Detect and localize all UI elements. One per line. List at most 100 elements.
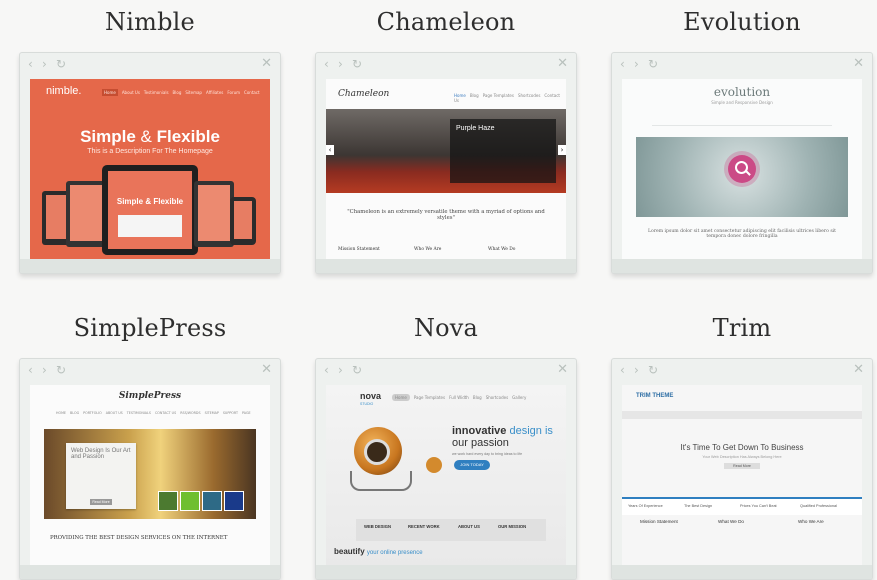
back-icon[interactable]: ‹ <box>28 57 33 71</box>
nav-item[interactable]: ABOUT US <box>106 411 123 415</box>
nav-item[interactable]: Shortcodes <box>518 93 540 98</box>
theme-preview: TRIM THEME It's Time To Get Down To Busi… <box>622 385 862 565</box>
thumb-3[interactable] <box>202 491 222 511</box>
theme-preview: Chameleon Home Blog Page Templates Shortcod… <box>326 79 566 259</box>
hero-subline: we work hard every day to bring ideas to… <box>452 452 523 456</box>
back-icon[interactable]: ‹ <box>620 57 625 71</box>
nav-item[interactable]: Affiliates <box>206 90 223 95</box>
hero-slider[interactable]: Web Design Is Our Art and Passion Read M… <box>44 429 256 519</box>
reload-icon[interactable]: ↻ <box>648 363 658 377</box>
nav-item[interactable]: SUPPORT <box>223 411 238 415</box>
nav-item[interactable]: CONTACT US <box>155 411 176 415</box>
browser-footer <box>612 259 872 273</box>
thumb-1[interactable] <box>158 491 178 511</box>
tab-web-design[interactable]: WEB DESIGN <box>364 524 391 529</box>
forward-icon[interactable]: › <box>338 57 343 71</box>
nav-item[interactable]: Contact <box>244 90 260 95</box>
forward-icon[interactable]: › <box>42 57 47 71</box>
nav-item[interactable]: Blog <box>473 395 482 400</box>
device-phone <box>230 197 256 245</box>
nav-item[interactable]: RSS/WORDS <box>180 411 200 415</box>
back-icon[interactable]: ‹ <box>324 57 329 71</box>
forward-icon[interactable]: › <box>42 363 47 377</box>
nav-item[interactable]: HOME <box>56 411 66 415</box>
tab-our-mission[interactable]: OUR MISSION <box>498 524 526 529</box>
browser-frame[interactable]: ‹ › ↻ ✕ SimplePress HOME BLOG PORTFOLIO ABO… <box>19 358 281 580</box>
tagline-part: beautify <box>334 547 365 556</box>
tab[interactable]: Years Of Experience <box>628 504 663 508</box>
forward-icon[interactable]: › <box>634 363 639 377</box>
tab-about-us[interactable]: ABOUT US <box>458 524 480 529</box>
theme-preview: nova STUDIO Home Page Templates Full Width… <box>326 385 566 565</box>
nav-item[interactable]: Gallery <box>512 395 526 400</box>
close-icon[interactable]: ✕ <box>557 56 568 71</box>
close-icon[interactable]: ✕ <box>557 362 568 377</box>
slider-next-icon[interactable]: › <box>558 145 566 155</box>
site-logo: TRIM THEME <box>636 393 674 399</box>
forward-icon[interactable]: › <box>634 57 639 71</box>
hero-slider[interactable]: Purple Haze ‹ › <box>326 109 566 193</box>
reload-icon[interactable]: ↻ <box>648 57 658 71</box>
nav-item[interactable]: Blog <box>470 93 479 98</box>
theme-preview: SimplePress HOME BLOG PORTFOLIO ABOUT US TES… <box>30 385 270 565</box>
hero-headline: Simple & Flexible <box>30 127 270 147</box>
nav-item[interactable]: Blog <box>173 90 182 95</box>
nav-item[interactable]: PORTFOLIO <box>83 411 102 415</box>
reload-icon[interactable]: ↻ <box>352 363 362 377</box>
nav-item[interactable]: PAGE <box>242 411 251 415</box>
thumb-2[interactable] <box>180 491 200 511</box>
nav-item[interactable]: Sitemap <box>185 90 202 95</box>
reload-icon[interactable]: ↻ <box>352 57 362 71</box>
join-today-button[interactable]: JOIN TODAY <box>454 460 490 470</box>
back-icon[interactable]: ‹ <box>620 363 625 377</box>
read-more-button[interactable]: Read More <box>90 499 112 505</box>
tab[interactable]: Qualified Professional <box>800 504 837 508</box>
reload-icon[interactable]: ↻ <box>56 57 66 71</box>
feature-title: Who We Are <box>798 519 824 524</box>
nav-item[interactable]: Testimonials <box>144 90 169 95</box>
nav-item[interactable]: Forum <box>227 90 240 95</box>
forward-icon[interactable]: › <box>338 363 343 377</box>
close-icon[interactable]: ✕ <box>853 56 864 71</box>
nav-item[interactable]: BLOG <box>70 411 79 415</box>
nav-item[interactable]: Home <box>392 394 410 401</box>
close-icon[interactable]: ✕ <box>261 56 272 71</box>
tab-recent-work[interactable]: RECENT WORK <box>408 524 440 529</box>
nav-item[interactable]: Page Templates <box>483 93 514 98</box>
tab[interactable]: Prices You Can't Beat <box>740 504 777 508</box>
reload-icon[interactable]: ↻ <box>56 363 66 377</box>
close-icon[interactable]: ✕ <box>261 362 272 377</box>
nav-item[interactable]: SITEMAP <box>205 411 219 415</box>
close-icon[interactable]: ✕ <box>853 362 864 377</box>
headline-part: innovative <box>452 425 507 437</box>
tab[interactable]: The Best Design <box>684 504 712 508</box>
nav-item[interactable]: TESTIMONIALS <box>127 411 151 415</box>
theme-title: Nova <box>413 314 479 342</box>
nav-item[interactable]: Shortcodes <box>486 395 508 400</box>
nav-item[interactable]: Page Templates <box>414 395 445 400</box>
nav-item[interactable]: Full Width <box>449 395 469 400</box>
back-icon[interactable]: ‹ <box>324 363 329 377</box>
site-tagline: Simple and Responsive Design <box>711 100 773 105</box>
site-nav: Home Blog Page Templates Shortcodes Contact … <box>454 93 566 103</box>
back-icon[interactable]: ‹ <box>28 363 33 377</box>
thumb-4[interactable] <box>224 491 244 511</box>
headline-part: design is <box>509 425 553 437</box>
browser-toolbar: ‹ › ↻ ✕ <box>612 359 872 383</box>
feature-tabs: Years Of Experience The Best Design Pric… <box>622 497 862 515</box>
tagline-part: your online presence <box>366 550 423 556</box>
robot-small <box>426 457 442 473</box>
browser-frame[interactable]: ‹ › ↻ ✕ nimble. Home About Us Testimonials… <box>19 52 281 274</box>
browser-frame[interactable]: ‹ › ↻ ✕ Chameleon Home Blog Page Templates… <box>315 52 577 274</box>
browser-frame[interactable]: ‹ › ↻ ✕ evolution Simple and Responsive … <box>611 52 873 274</box>
slider-prev-icon[interactable]: ‹ <box>326 145 334 155</box>
slide-caption-box: Purple Haze <box>450 119 556 183</box>
hero-slider[interactable] <box>636 137 848 217</box>
feature-tabs: WEB DESIGN RECENT WORK ABOUT US OUR MISS… <box>356 519 546 541</box>
nav-item[interactable]: Home <box>102 89 118 96</box>
read-more-button[interactable]: Read More <box>724 463 760 469</box>
browser-frame[interactable]: ‹ › ↻ ✕ nova STUDIO Home Page Templates Fu… <box>315 358 577 580</box>
browser-footer <box>20 565 280 579</box>
nav-item[interactable]: About Us <box>122 90 140 95</box>
browser-frame[interactable]: ‹ › ↻ ✕ TRIM THEME It's Time To Get Down… <box>611 358 873 580</box>
